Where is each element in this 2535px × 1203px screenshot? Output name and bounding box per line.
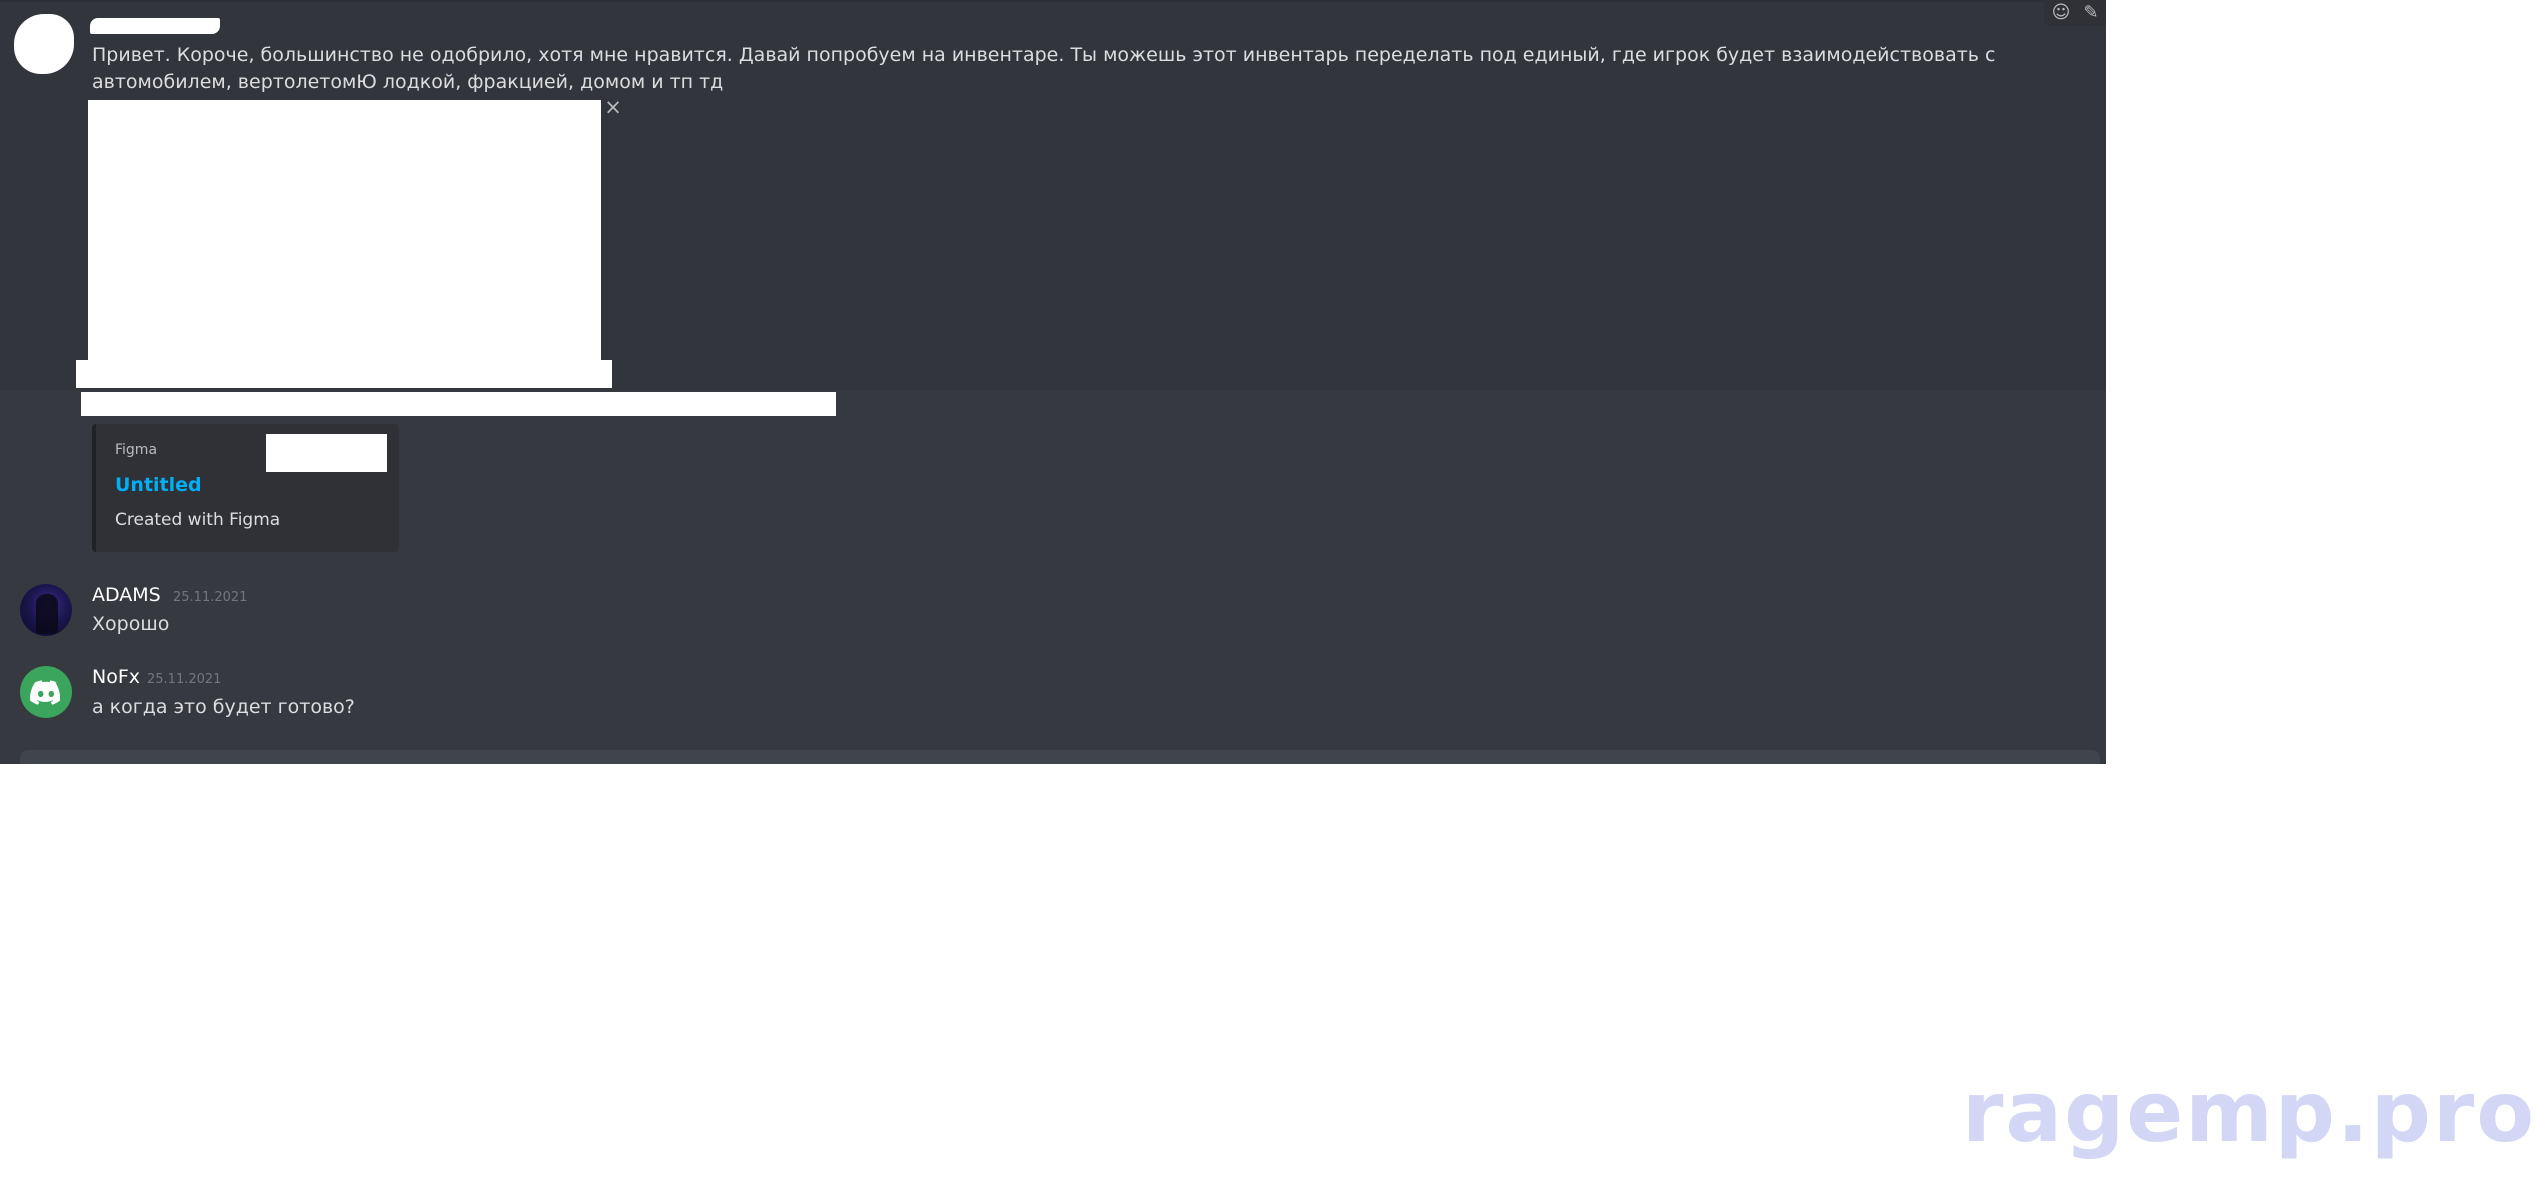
discord-logo-icon xyxy=(30,680,61,705)
avatar-figure xyxy=(36,594,58,634)
edit-pencil-icon[interactable]: ✎ xyxy=(2080,2,2102,24)
redacted-attachment-caption xyxy=(76,360,612,388)
embed-title-link[interactable]: Untitled xyxy=(115,474,202,496)
message-toolbar: ☺ ✎ xyxy=(2044,0,2106,26)
add-reaction-icon[interactable]: ☺ xyxy=(2050,2,2072,24)
message-text: Привет. Короче, большинство не одобрило,… xyxy=(92,44,1996,93)
watermark: ragemp.pro xyxy=(1962,1063,2535,1161)
message-nofx: а когда это будет готово? xyxy=(92,696,355,718)
embed-description: Created with Figma xyxy=(115,510,281,530)
timestamp-nofx: 25.11.2021 xyxy=(147,672,222,687)
embed-provider[interactable]: Figma xyxy=(115,442,157,458)
close-icon[interactable]: × xyxy=(603,97,623,118)
screenshot-stage: Привет. Короче, большинство не одобрило,… xyxy=(0,0,2535,1203)
avatar-nofx[interactable] xyxy=(20,666,72,718)
username-nofx[interactable]: NoFx xyxy=(92,666,140,688)
avatar-adams[interactable] xyxy=(20,584,72,636)
username-adams[interactable]: ADAMS xyxy=(92,584,161,606)
redacted-link[interactable] xyxy=(81,392,836,416)
redacted-embed-thumbnail xyxy=(266,434,387,472)
message-adams: Хорошо xyxy=(92,613,170,635)
redacted-avatar xyxy=(14,14,74,74)
message-input[interactable] xyxy=(20,750,2100,764)
timestamp-adams: 25.11.2021 xyxy=(173,590,248,605)
chat-panel: Привет. Короче, большинство не одобрило,… xyxy=(0,0,2106,764)
redacted-username xyxy=(90,18,220,34)
redacted-attachment-image[interactable] xyxy=(88,100,601,362)
divider xyxy=(0,0,2106,2)
